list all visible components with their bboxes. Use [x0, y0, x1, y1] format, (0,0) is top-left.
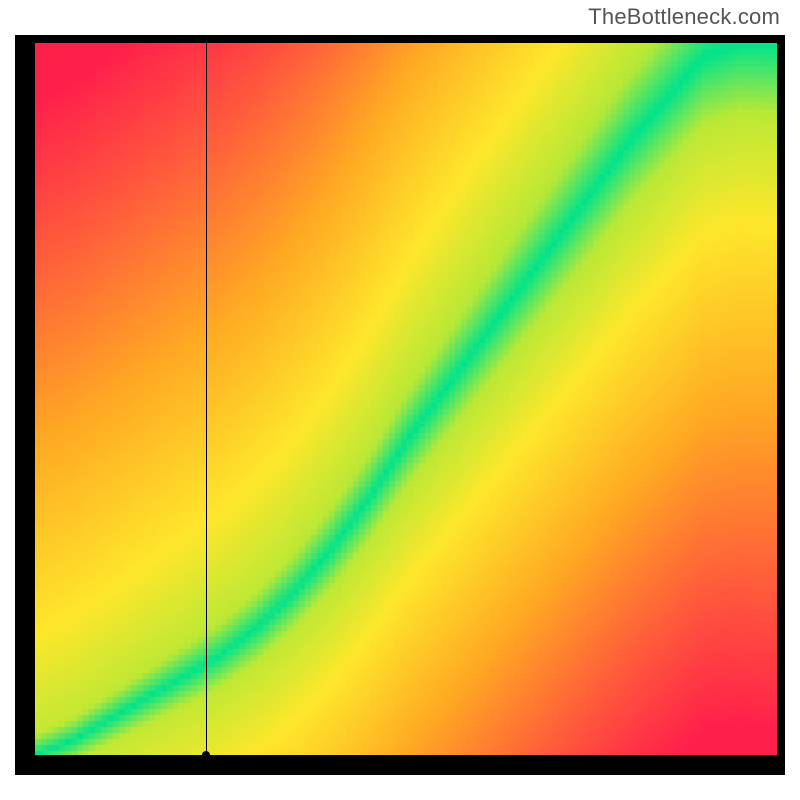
- watermark-text: TheBottleneck.com: [588, 4, 780, 30]
- plot-frame: [15, 35, 785, 775]
- heatmap-canvas: [35, 43, 777, 755]
- marker-vertical-line: [206, 43, 207, 755]
- marker-dot: [202, 751, 210, 755]
- plot-area: [35, 43, 777, 755]
- chart-container: TheBottleneck.com: [0, 0, 800, 800]
